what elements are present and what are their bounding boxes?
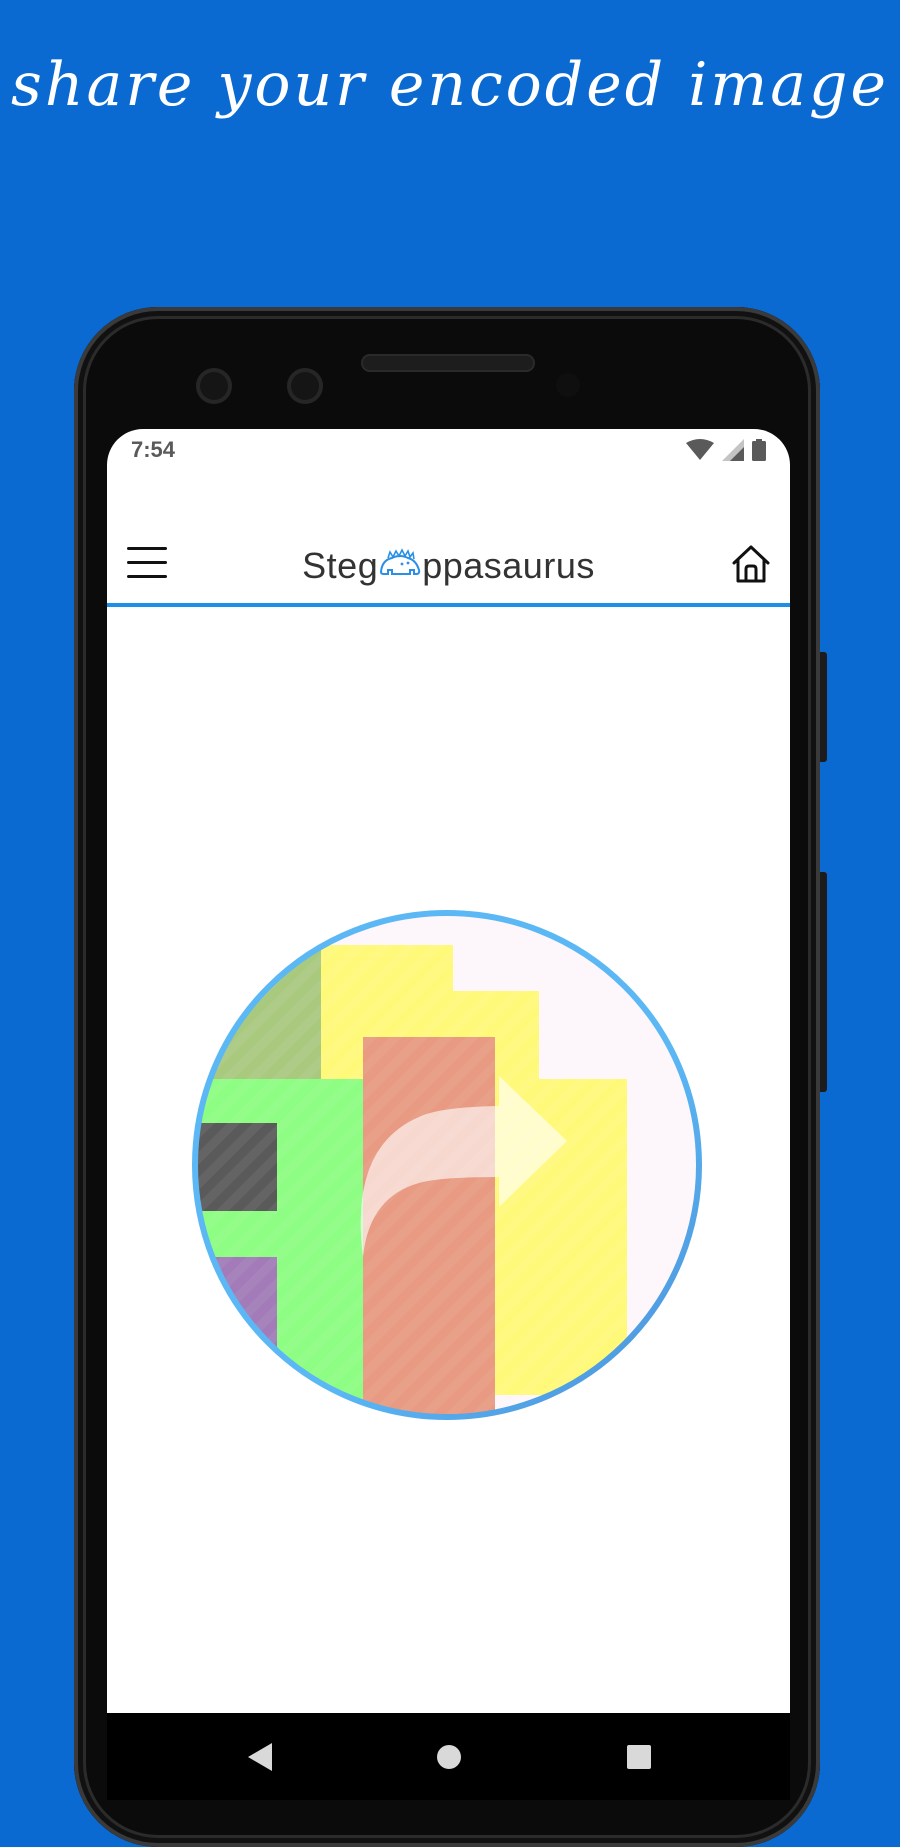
logo-text-left: Steg (302, 545, 379, 586)
share-encoded-image-button[interactable] (189, 907, 705, 1423)
home-circle-icon[interactable] (431, 1739, 467, 1775)
main-content (107, 607, 790, 1717)
phone-camera (287, 368, 323, 404)
stegosaurus-icon (380, 548, 421, 575)
phone-screen: 7:54 Steg ppasaurus (107, 429, 790, 1800)
battery-icon (752, 439, 766, 461)
home-icon[interactable] (728, 541, 774, 587)
promo-tagline: share your encoded image (11, 50, 889, 120)
back-triangle-icon[interactable] (242, 1739, 278, 1775)
cell-signal-icon (722, 439, 744, 461)
status-icons (686, 439, 766, 461)
wifi-icon (686, 439, 714, 460)
phone-sensor (196, 368, 232, 404)
status-bar: 7:54 (107, 429, 790, 473)
phone-speaker (361, 354, 535, 372)
logo-text-right: ppasaurus (422, 545, 595, 586)
app-bar: Steg ppasaurus (107, 523, 790, 607)
phone-front-sensor (556, 373, 580, 397)
recents-square-icon[interactable] (621, 1739, 657, 1775)
system-nav-bar (107, 1713, 790, 1800)
status-time: 7:54 (131, 437, 176, 462)
app-logo: Steg ppasaurus (107, 545, 790, 587)
